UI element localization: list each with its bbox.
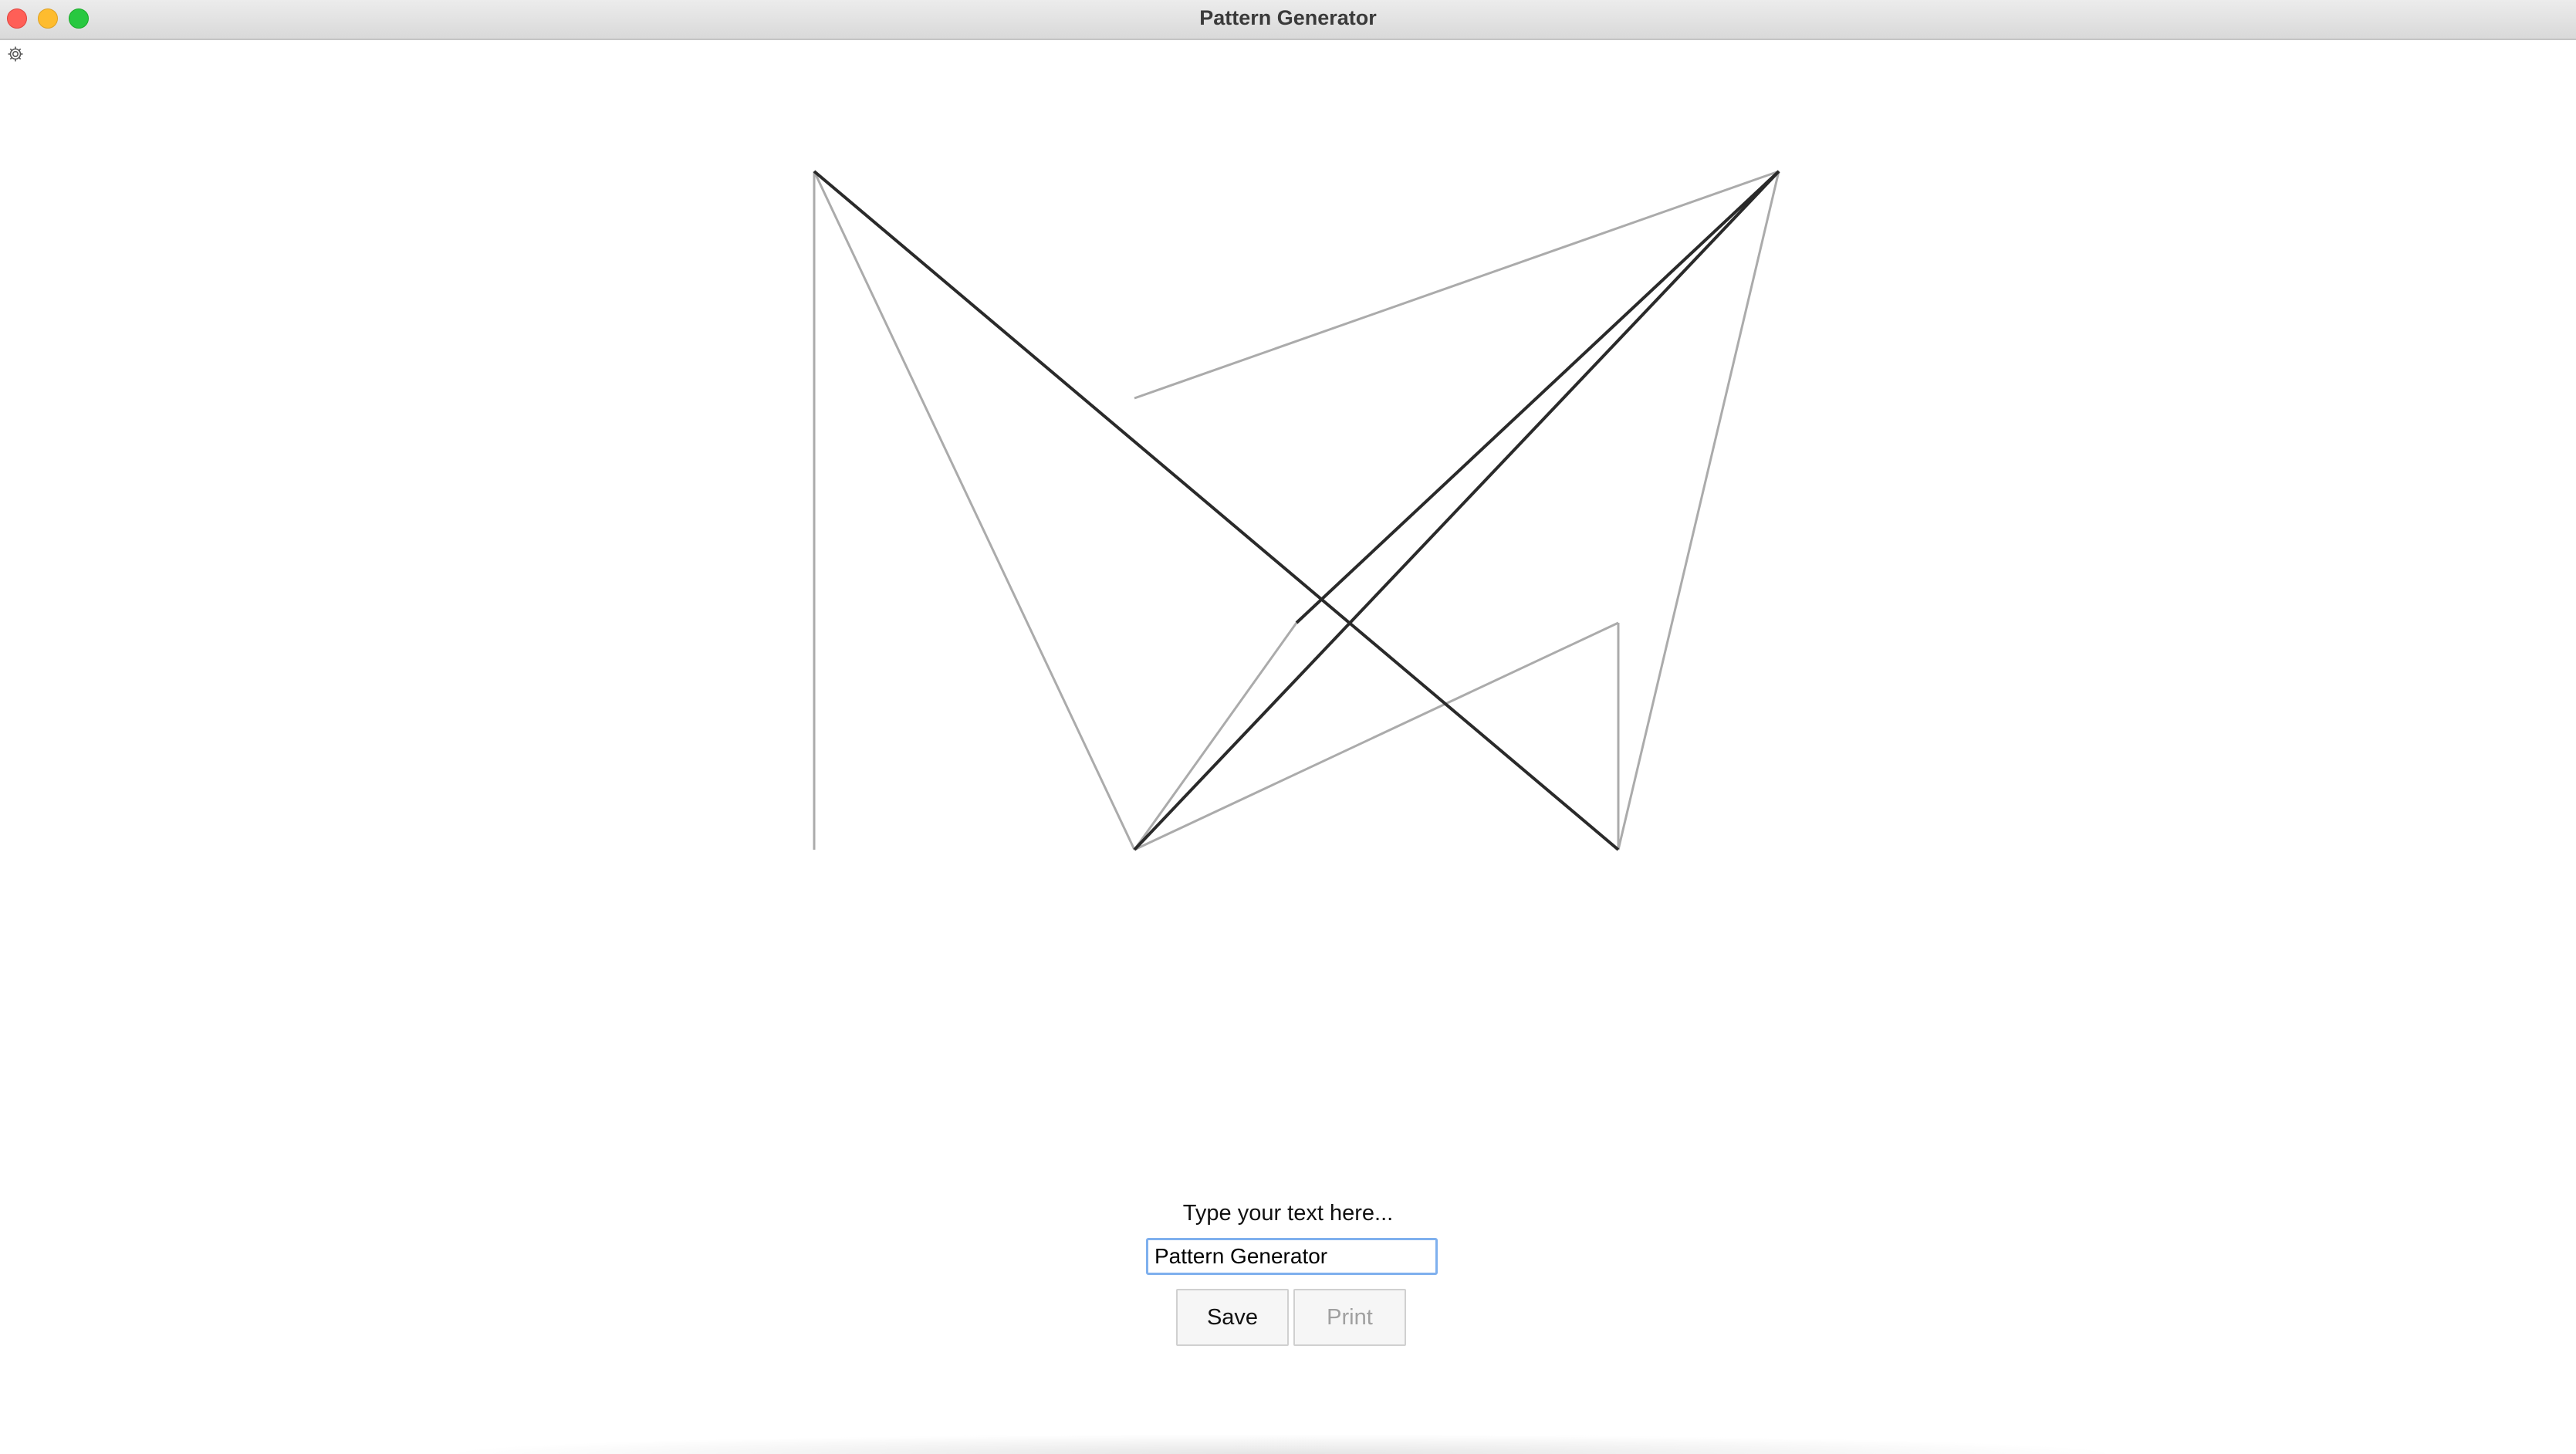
pattern-line: [1134, 170, 1780, 400]
pattern-line: [813, 171, 1136, 850]
window-title: Pattern Generator: [1199, 6, 1377, 29]
title-bar: Pattern Generator: [0, 0, 2576, 40]
pattern-line: [1133, 622, 1298, 850]
pattern-line: [1295, 170, 1780, 624]
window-bottom-shadow: [432, 1434, 2130, 1454]
app-window: Pattern Generator Type your text here...…: [0, 0, 2576, 1454]
pattern-line: [813, 170, 1620, 851]
save-button[interactable]: Save: [1176, 1289, 1289, 1346]
pattern-line: [1134, 621, 1619, 851]
pattern-line: [1617, 171, 1780, 850]
text-prompt-label: Type your text here...: [1182, 1201, 1394, 1226]
pattern-text-input[interactable]: [1146, 1238, 1438, 1275]
pattern-line: [1133, 170, 1780, 851]
print-button[interactable]: Print: [1293, 1289, 1406, 1346]
pattern-canvas: [813, 170, 1780, 851]
